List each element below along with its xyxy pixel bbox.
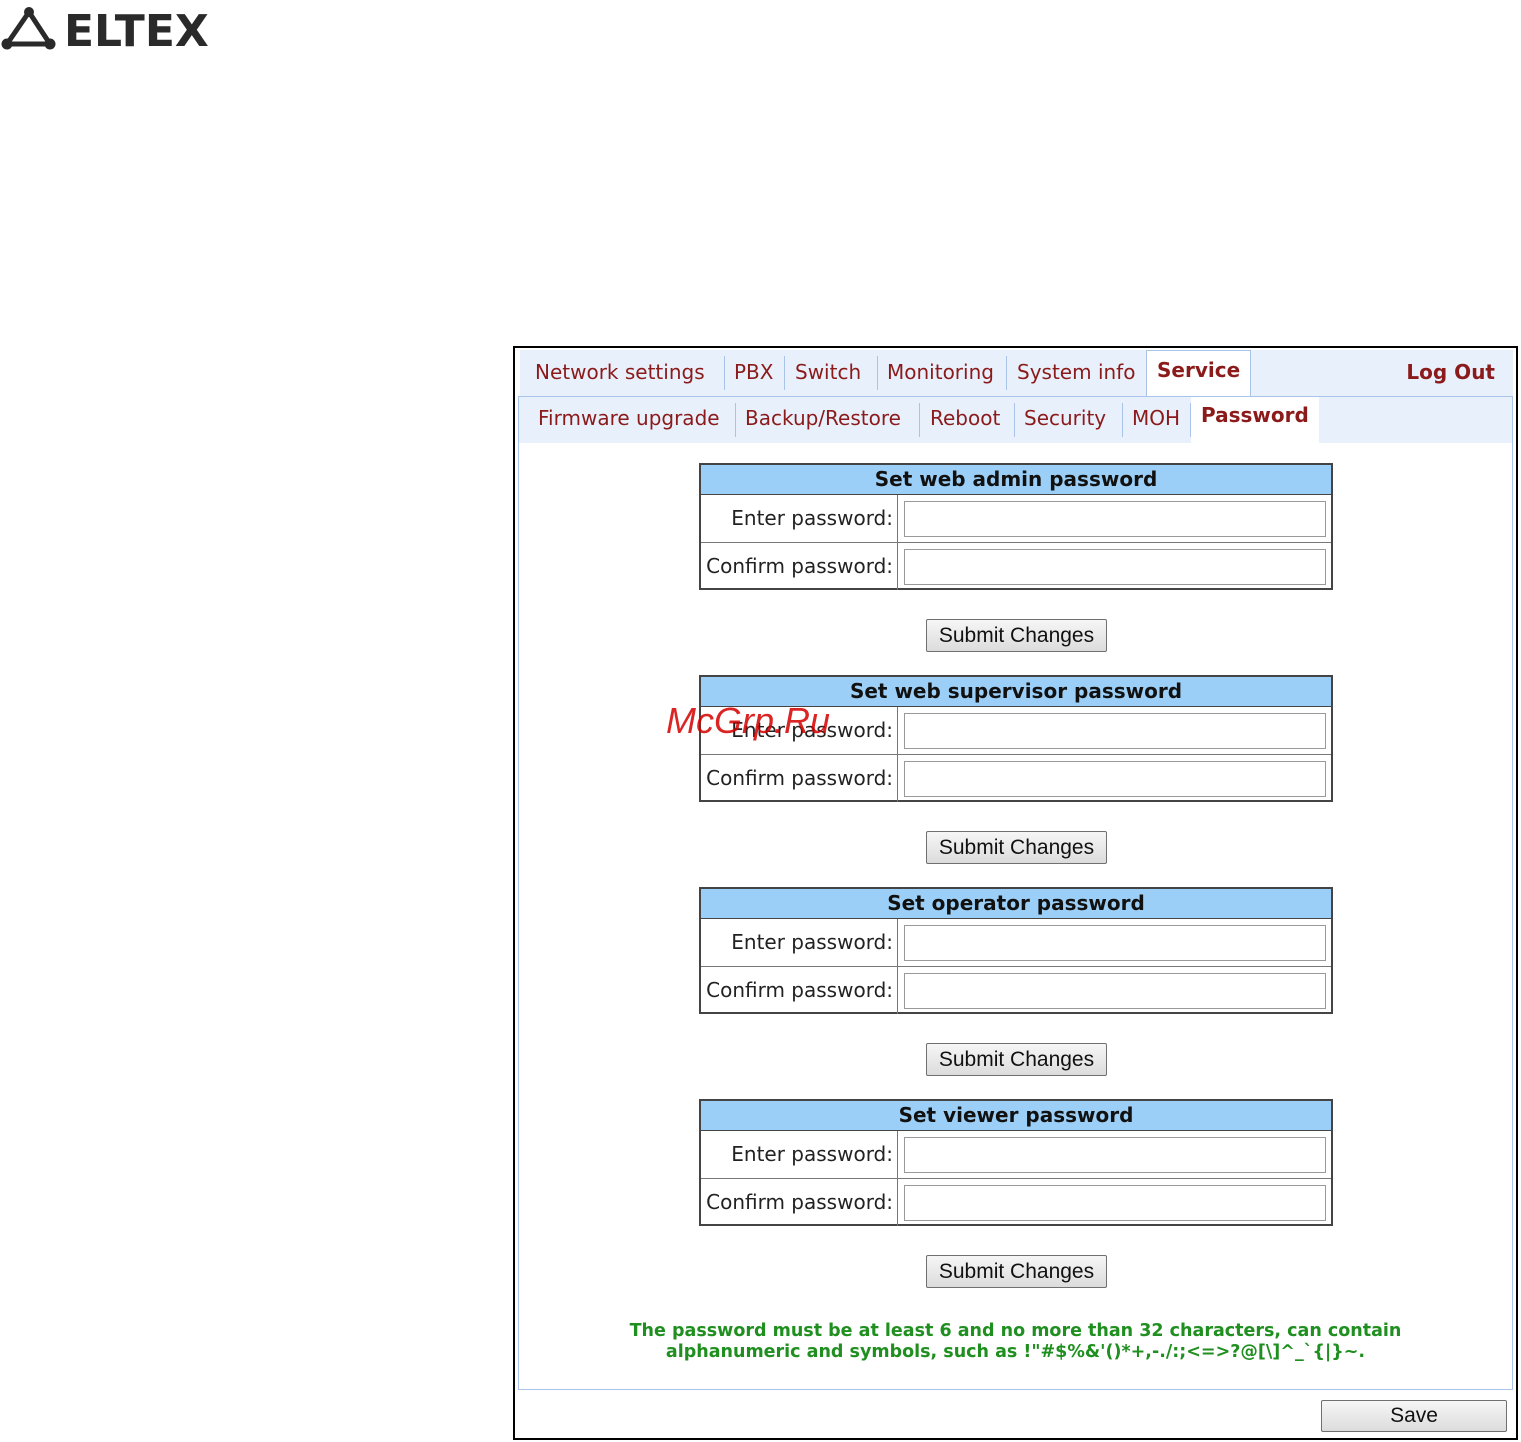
eltex-wordmark: ELTEX (64, 6, 209, 57)
main-nav: Network settings PBX Switch Monitoring S… (520, 350, 1513, 398)
tab-pbx[interactable]: PBX (734, 350, 773, 394)
password-rules-line-1: The password must be at least 6 and no m… (629, 1321, 1402, 1341)
sub-nav: Firmware upgrade Backup/Restore Reboot S… (519, 397, 1512, 443)
viewer-password-table: Set viewer password Enter password: Conf… (699, 1099, 1333, 1226)
admin-enter-label: Enter password: (701, 495, 898, 542)
password-rules-note: The password must be at least 6 and no m… (519, 1321, 1512, 1363)
subtab-security[interactable]: Security (1024, 397, 1106, 439)
viewer-confirm-password-input[interactable] (904, 1185, 1326, 1221)
tab-separator (724, 356, 725, 390)
tab-separator (1122, 403, 1123, 437)
admin-confirm-row: Confirm password: (701, 543, 1331, 590)
operator-enter-password-input[interactable] (904, 925, 1326, 961)
eltex-logo-icon (1, 7, 56, 50)
tab-separator (877, 356, 878, 390)
save-button[interactable]: Save (1321, 1400, 1507, 1432)
eltex-logo: ELTEX (0, 0, 240, 60)
tab-separator (735, 403, 736, 437)
operator-enter-row: Enter password: (701, 919, 1331, 967)
service-content: Firmware upgrade Backup/Restore Reboot S… (518, 396, 1513, 1390)
tab-separator (1006, 356, 1007, 390)
supervisor-password-table: Set web supervisor password Enter passwo… (699, 675, 1333, 802)
admin-password-table: Set web admin password Enter password: C… (699, 463, 1333, 590)
operator-password-table: Set operator password Enter password: Co… (699, 887, 1333, 1014)
viewer-submit-button[interactable]: Submit Changes (926, 1255, 1107, 1288)
supervisor-password-title: Set web supervisor password (701, 677, 1331, 707)
admin-submit-button[interactable]: Submit Changes (926, 619, 1107, 652)
viewer-enter-row: Enter password: (701, 1131, 1331, 1179)
supervisor-confirm-label: Confirm password: (701, 755, 898, 802)
logout-link[interactable]: Log Out (1406, 350, 1495, 394)
subtab-moh[interactable]: MOH (1132, 397, 1180, 439)
tab-switch[interactable]: Switch (795, 350, 861, 394)
admin-enter-row: Enter password: (701, 495, 1331, 543)
operator-password-title: Set operator password (701, 889, 1331, 919)
operator-enter-label: Enter password: (701, 919, 898, 966)
subtab-reboot[interactable]: Reboot (930, 397, 1000, 439)
supervisor-enter-row: Enter password: (701, 707, 1331, 755)
tab-service[interactable]: Service (1146, 350, 1252, 398)
subtab-firmware-upgrade[interactable]: Firmware upgrade (538, 397, 720, 439)
viewer-confirm-row: Confirm password: (701, 1179, 1331, 1226)
subtab-backup-restore[interactable]: Backup/Restore (745, 397, 901, 439)
tab-separator (1014, 403, 1015, 437)
tab-separator (919, 403, 920, 437)
password-rules-line-2: alphanumeric and symbols, such as !"#$%&… (665, 1342, 1366, 1362)
tab-separator (784, 356, 785, 390)
supervisor-enter-password-input[interactable] (904, 713, 1326, 749)
supervisor-enter-label: Enter password: (701, 707, 898, 754)
viewer-password-title: Set viewer password (701, 1101, 1331, 1131)
operator-confirm-label: Confirm password: (701, 967, 898, 1014)
viewer-confirm-label: Confirm password: (701, 1179, 898, 1226)
admin-confirm-label: Confirm password: (701, 543, 898, 590)
supervisor-confirm-row: Confirm password: (701, 755, 1331, 802)
operator-confirm-row: Confirm password: (701, 967, 1331, 1014)
operator-submit-button[interactable]: Submit Changes (926, 1043, 1107, 1076)
admin-password-title: Set web admin password (701, 465, 1331, 495)
device-web-panel: Network settings PBX Switch Monitoring S… (513, 346, 1518, 1440)
operator-confirm-password-input[interactable] (904, 973, 1326, 1009)
admin-confirm-password-input[interactable] (904, 549, 1326, 585)
tab-system-info[interactable]: System info (1017, 350, 1135, 394)
viewer-enter-password-input[interactable] (904, 1137, 1326, 1173)
supervisor-submit-button[interactable]: Submit Changes (926, 831, 1107, 864)
viewer-enter-label: Enter password: (701, 1131, 898, 1178)
tab-monitoring[interactable]: Monitoring (887, 350, 994, 394)
subtab-password[interactable]: Password (1191, 397, 1319, 443)
admin-enter-password-input[interactable] (904, 501, 1326, 537)
tab-network-settings[interactable]: Network settings (535, 350, 705, 394)
supervisor-confirm-password-input[interactable] (904, 761, 1326, 797)
